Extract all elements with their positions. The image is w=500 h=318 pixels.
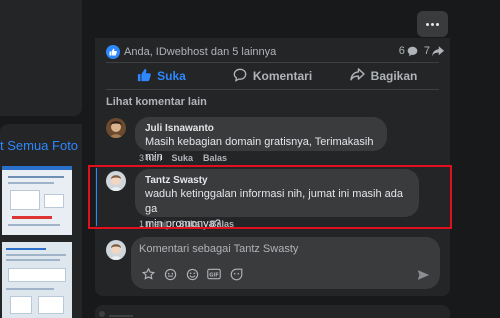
comment-meta: 3 hari Suka Balas (139, 153, 227, 163)
next-post-card (95, 305, 450, 318)
svg-text:GIF: GIF (209, 272, 219, 278)
comment-bubble-icon (407, 46, 418, 57)
share-arrow-icon (349, 68, 365, 84)
comment-count[interactable]: 6 (399, 45, 405, 57)
reaction-names: Anda, IDwebhost dan 5 lainnya (124, 46, 277, 58)
engagement-counts: 6 7 (399, 45, 448, 57)
more-options-button[interactable] (417, 11, 448, 37)
divider (106, 62, 439, 63)
highlight-box (88, 165, 452, 229)
left-column: t Semua Foto (0, 0, 82, 318)
more-icon (426, 22, 429, 26)
comment-timestamp[interactable]: 3 hari (139, 153, 162, 163)
reactions-summary[interactable]: Anda, IDwebhost dan 5 lainnya (106, 45, 276, 59)
send-icon[interactable] (417, 268, 430, 286)
avatar (106, 240, 126, 260)
divider (106, 89, 439, 90)
comment-input[interactable]: Komentari sebagai Tantz Swasty (139, 243, 298, 255)
view-more-comments-link[interactable]: Lihat komentar lain (106, 96, 207, 108)
like-reaction-icon (106, 45, 120, 59)
post-action-bar: Suka Komentari Bagikan (106, 64, 439, 88)
like-button[interactable]: Suka (106, 64, 217, 88)
comment-bubble: Juli Isnawanto Masih kebagian domain gra… (135, 117, 387, 163)
sticker2-icon[interactable] (229, 267, 243, 281)
sticker-icon[interactable] (141, 267, 155, 281)
share-count[interactable]: 7 (424, 45, 430, 57)
composer-toolbar: GIF (141, 267, 243, 281)
comment-icon (233, 68, 247, 85)
gif-icon[interactable]: GIF (207, 267, 221, 281)
avatar[interactable] (106, 118, 126, 138)
left-card (0, 0, 82, 116)
photo-thumbnail[interactable] (2, 166, 72, 235)
emoji-icon[interactable] (185, 267, 199, 281)
comment-like-link[interactable]: Suka (172, 153, 194, 163)
photo-thumbnail[interactable] (2, 242, 72, 318)
see-all-photos-link[interactable]: t Semua Foto (0, 138, 78, 153)
comment-reply-link[interactable]: Balas (203, 153, 227, 163)
commenter-name[interactable]: Juli Isnawanto (145, 122, 377, 135)
share-button[interactable]: Bagikan (328, 64, 439, 88)
comment-composer[interactable]: Komentari sebagai Tantz Swasty GIF (131, 237, 440, 289)
share-icon (432, 45, 444, 57)
comment-button[interactable]: Komentari (217, 64, 328, 88)
avatar-sticker-icon[interactable] (163, 267, 177, 281)
thumbs-up-icon (137, 68, 151, 85)
